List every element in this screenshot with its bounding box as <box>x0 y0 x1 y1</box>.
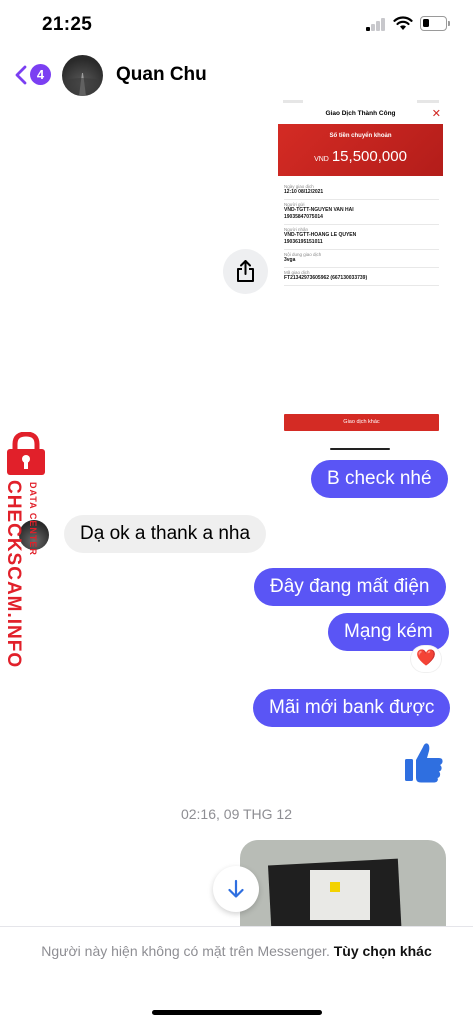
message-bubble-incoming[interactable]: Dạ ok a thank a nha <box>64 515 267 553</box>
transaction-fields: Ngày giao dịch 12:10 08/12/2021 Người gử… <box>284 182 439 286</box>
unread-count-badge[interactable]: 4 <box>30 64 51 85</box>
share-icon <box>237 260 254 282</box>
other-transaction-button: Giao dịch khác <box>284 414 439 431</box>
amount-label: Số tiền chuyển khoản <box>329 133 392 139</box>
transaction-field: Nội dung giao dịch 3vga <box>284 250 439 268</box>
chat-header: 4 Quan Chu <box>0 50 473 100</box>
arrow-down-icon <box>228 879 244 898</box>
watermark-text: CHECKSCAM.INFO <box>3 480 24 669</box>
share-button[interactable] <box>223 249 268 294</box>
amount-currency: VND <box>314 156 329 163</box>
message-bubble-outgoing[interactable]: Mãi mới bank được <box>253 689 451 727</box>
wifi-icon <box>393 16 413 30</box>
heart-reaction[interactable]: ❤️ <box>411 646 441 672</box>
watermark-subtext: DATA CENTER <box>28 482 38 556</box>
amount-panel: Số tiền chuyển khoản VND 15,500,000 <box>278 124 443 176</box>
close-icon: ✕ <box>431 108 441 120</box>
scroll-to-bottom-button[interactable] <box>213 866 259 912</box>
transaction-field: Người nhận VND-TGTT-HOANG LE QUYEN 19036… <box>284 225 439 250</box>
contact-avatar[interactable] <box>62 55 103 96</box>
transaction-title: Giao Dịch Thành Công <box>325 110 396 117</box>
watermark: CHECKSCAM.INFO DATA CENTER <box>0 432 56 672</box>
notice-text: Người này hiện không có mặt trên Messeng… <box>41 943 330 959</box>
cellular-signal-icon <box>366 18 386 31</box>
field-value: 12:10 08/12/2021 <box>284 189 324 195</box>
transaction-field: Ngày giao dịch 12:10 08/12/2021 <box>284 182 439 200</box>
field-value: VND-TGTT-HOANG LE QUYEN 19036195151011 <box>284 232 357 245</box>
availability-notice: Người này hiện không có mặt trên Messeng… <box>40 940 433 962</box>
contact-name[interactable]: Quan Chu <box>116 64 207 86</box>
home-indicator <box>152 1010 322 1015</box>
photo-message[interactable] <box>240 840 446 930</box>
lock-icon <box>7 432 45 475</box>
message-bubble-outgoing[interactable]: Đây đang mất điện <box>254 568 446 606</box>
status-time: 21:25 <box>42 14 93 35</box>
message-timestamp: 02:16, 09 THG 12 <box>180 806 293 822</box>
battery-icon <box>420 16 450 31</box>
thumbs-up-icon[interactable] <box>404 741 444 783</box>
field-value: FT21342973605962 (667130033739) <box>284 275 368 281</box>
amount-value: 15,500,000 <box>331 148 407 165</box>
field-value: VND-TGTT-NGUYEN VAN HAI 19035847075014 <box>284 207 354 220</box>
more-options-link[interactable]: Tùy chọn khác <box>334 943 432 959</box>
status-bar: 21:25 <box>0 0 473 50</box>
messenger-footer: Người này hiện không có mặt trên Messeng… <box>0 926 473 1024</box>
message-bubble-outgoing[interactable]: B check nhé <box>311 460 448 498</box>
field-value: 3vga <box>284 257 296 263</box>
transaction-field: Mã giao dịch FT21342973605962 (667130033… <box>284 268 439 286</box>
shared-transaction-image[interactable]: Giao Dịch Thành Công ✕ Số tiền chuyển kh… <box>275 100 446 452</box>
transaction-field: Người gửi VND-TGTT-NGUYEN VAN HAI 190358… <box>284 200 439 225</box>
back-icon[interactable] <box>14 64 28 86</box>
